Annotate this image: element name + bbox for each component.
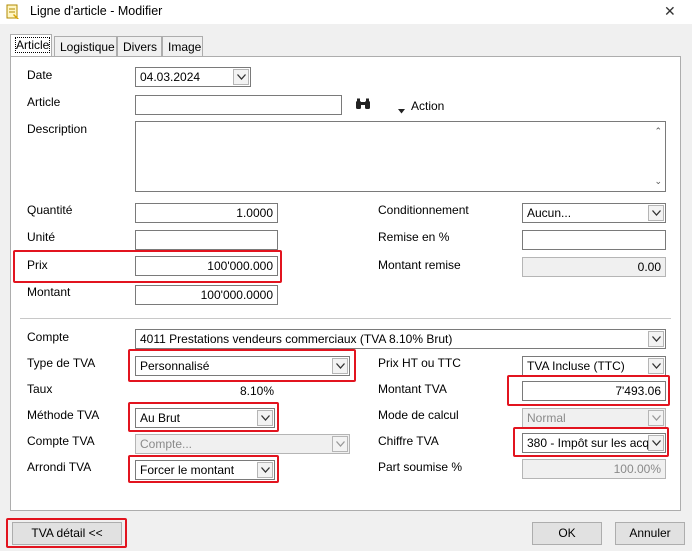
montant-input[interactable]: 100'000.0000 [135,285,278,305]
chevron-down-icon[interactable] [648,331,664,347]
chevron-down-icon[interactable] [648,205,664,221]
window-title: Ligne d'article - Modifier [30,4,163,18]
scroll-down-icon[interactable]: ⌄ [654,176,662,187]
article-label: Article [27,95,61,109]
description-label: Description [27,122,88,136]
action-dropdown-icon[interactable] [398,103,405,117]
action-button[interactable]: Action [411,99,444,113]
quantite-label: Quantité [27,203,73,217]
close-icon[interactable]: ✕ [664,3,676,20]
chevron-down-icon [648,410,664,426]
taux-value: 8.10% [239,384,274,398]
chiffre-tva-label: Chiffre TVA [378,434,439,448]
compte-tva-select: Compte... [135,434,350,454]
part-soumise-label: Part soumise % [378,460,463,474]
prix-ht-ttc-label: Prix HT ou TTC [378,356,461,370]
tab-divers[interactable]: Divers [117,36,162,56]
date-picker[interactable]: 04.03.2024 [135,67,251,87]
tab-article[interactable]: Article [10,34,52,57]
unite-label: Unité [27,230,56,244]
description-textarea[interactable]: ⌃ ⌄ [135,121,666,192]
app-icon [6,4,20,20]
taux-label: Taux [27,382,53,396]
type-tva-highlight [128,349,356,382]
tva-detail-highlight [6,518,127,548]
chevron-down-icon[interactable] [233,69,249,85]
remise-label: Remise en % [378,230,450,244]
montant-label: Montant [27,285,71,299]
tab-logistique[interactable]: Logistique [54,36,117,56]
compte-select[interactable]: 4011 Prestations vendeurs commerciaux (T… [135,329,666,349]
binoculars-icon[interactable] [355,98,371,113]
arrondi-tva-label: Arrondi TVA [27,460,92,474]
montant-remise-input: 0.00 [522,257,666,277]
montant-remise-label: Montant remise [378,258,461,272]
compte-label: Compte [27,330,70,344]
chevron-down-icon [332,436,348,452]
mode-calcul-label: Mode de calcul [378,408,459,422]
conditionnement-select[interactable]: Aucun... [522,203,666,223]
article-input[interactable] [135,95,342,115]
methode-tva-highlight [128,402,279,432]
remise-input[interactable] [522,230,666,250]
quantite-input[interactable]: 1.0000 [135,203,278,223]
prix-highlight [13,250,282,283]
chevron-down-icon[interactable] [648,358,664,374]
scroll-up-icon[interactable]: ⌃ [654,126,662,137]
montant-tva-highlight [507,375,670,406]
montant-tva-label: Montant TVA [378,382,447,396]
chiffre-tva-highlight [513,427,669,457]
methode-tva-label: Méthode TVA [27,408,100,422]
prix-ht-ttc-select[interactable]: TVA Incluse (TTC) [522,356,666,376]
type-tva-label: Type de TVA [27,356,96,370]
ok-button[interactable]: OK [532,522,602,545]
part-soumise-input: 100.00% [522,459,666,479]
unite-input[interactable] [135,230,278,250]
arrondi-tva-highlight [128,455,279,483]
date-label: Date [27,68,53,82]
conditionnement-label: Conditionnement [378,203,469,217]
separator [20,318,671,319]
annuler-button[interactable]: Annuler [615,522,685,545]
tab-image[interactable]: Image [162,36,203,56]
mode-calcul-select: Normal [522,408,666,428]
compte-tva-label: Compte TVA [27,434,95,448]
